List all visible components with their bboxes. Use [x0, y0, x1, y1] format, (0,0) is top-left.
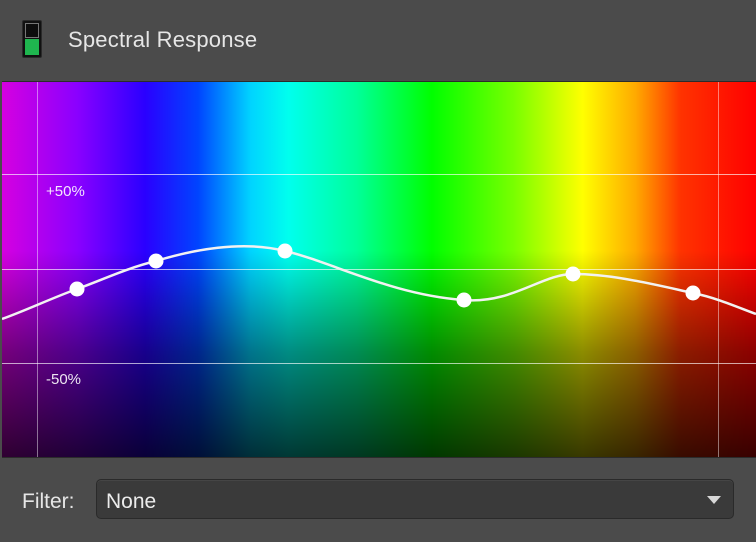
color-swatch-icon[interactable]	[22, 20, 42, 58]
curve-point-5[interactable]	[565, 266, 581, 282]
swatch-bottom	[25, 39, 39, 55]
curve-point-6[interactable]	[685, 285, 701, 301]
curve-point-3[interactable]	[277, 243, 293, 259]
panel-title: Spectral Response	[68, 27, 258, 52]
curve-point-1[interactable]	[69, 281, 85, 297]
curve-point-4[interactable]	[456, 292, 472, 308]
filter-row: Filter: None	[0, 458, 756, 542]
filter-select-value: None	[106, 490, 157, 513]
panel-header: Spectral Response	[0, 0, 756, 80]
filter-label: Filter:	[22, 490, 75, 513]
spectral-graph[interactable]: +50% -50%	[2, 81, 756, 458]
filter-select[interactable]: None	[96, 479, 734, 519]
chevron-down-icon	[707, 496, 721, 504]
swatch-top	[25, 23, 39, 38]
spectral-response-panel: Spectral Response +50% -50% Filter: None	[0, 0, 756, 542]
response-curve	[2, 243, 756, 321]
curve-path	[2, 245, 756, 321]
curve-point-2[interactable]	[148, 253, 164, 269]
